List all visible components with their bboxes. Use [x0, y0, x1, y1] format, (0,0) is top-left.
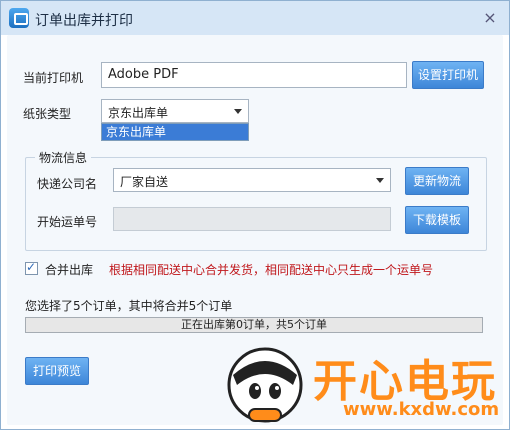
printer-field[interactable]: Adobe PDF	[101, 62, 407, 88]
courier-select[interactable]: 厂家自送	[113, 168, 391, 192]
paper-select[interactable]: 京东出库单	[101, 99, 249, 123]
title-bar: 订单出库并打印 ×	[1, 1, 509, 35]
close-button[interactable]: ×	[479, 7, 501, 29]
chevron-down-icon	[234, 109, 242, 114]
progress-text: 正在出库第0订单，共5个订单	[181, 318, 327, 331]
app-printer-icon	[9, 8, 29, 28]
print-preview-button[interactable]: 打印预览	[25, 357, 89, 385]
paper-selected-value: 京东出库单	[108, 106, 169, 120]
printer-label: 当前打印机	[23, 71, 84, 85]
checkmark-icon: ✓	[26, 260, 37, 274]
watermark-url: www.kxdw.com	[343, 399, 500, 420]
start-no-field	[113, 207, 391, 231]
export-progress-bar: 正在出库第0订单，共5个订单	[25, 317, 483, 333]
printer-value: Adobe PDF	[108, 67, 179, 82]
site-watermark: 开心电玩 www.kxdw.com	[215, 341, 509, 429]
selection-summary: 您选择了5个订单，其中将合并5个订单	[25, 299, 233, 313]
merge-note: 根据相同配送中心合并发货，相同配送中心只生成一个运单号	[109, 263, 434, 277]
start-no-label: 开始运单号	[37, 215, 98, 229]
set-printer-button[interactable]: 设置打印机	[412, 61, 484, 89]
paper-dropdown-list: 京东出库单	[101, 123, 249, 141]
merge-label: 合并出库	[45, 263, 94, 277]
logistics-legend: 物流信息	[35, 149, 92, 166]
dialog-window: 订单出库并打印 × 当前打印机 Adobe PDF 设置打印机 纸张类型 京东出…	[0, 0, 510, 430]
courier-label: 快递公司名	[37, 177, 98, 191]
window-title: 订单出库并打印	[35, 13, 133, 29]
update-logistics-button[interactable]: 更新物流	[405, 167, 469, 195]
merge-checkbox[interactable]: ✓	[25, 260, 38, 275]
mascot-icon	[227, 347, 303, 423]
chevron-down-icon	[376, 178, 384, 183]
paper-label: 纸张类型	[23, 107, 72, 121]
paper-option[interactable]: 京东出库单	[102, 124, 248, 140]
download-template-button[interactable]: 下载模板	[405, 206, 469, 234]
courier-value: 厂家自送	[120, 175, 169, 189]
